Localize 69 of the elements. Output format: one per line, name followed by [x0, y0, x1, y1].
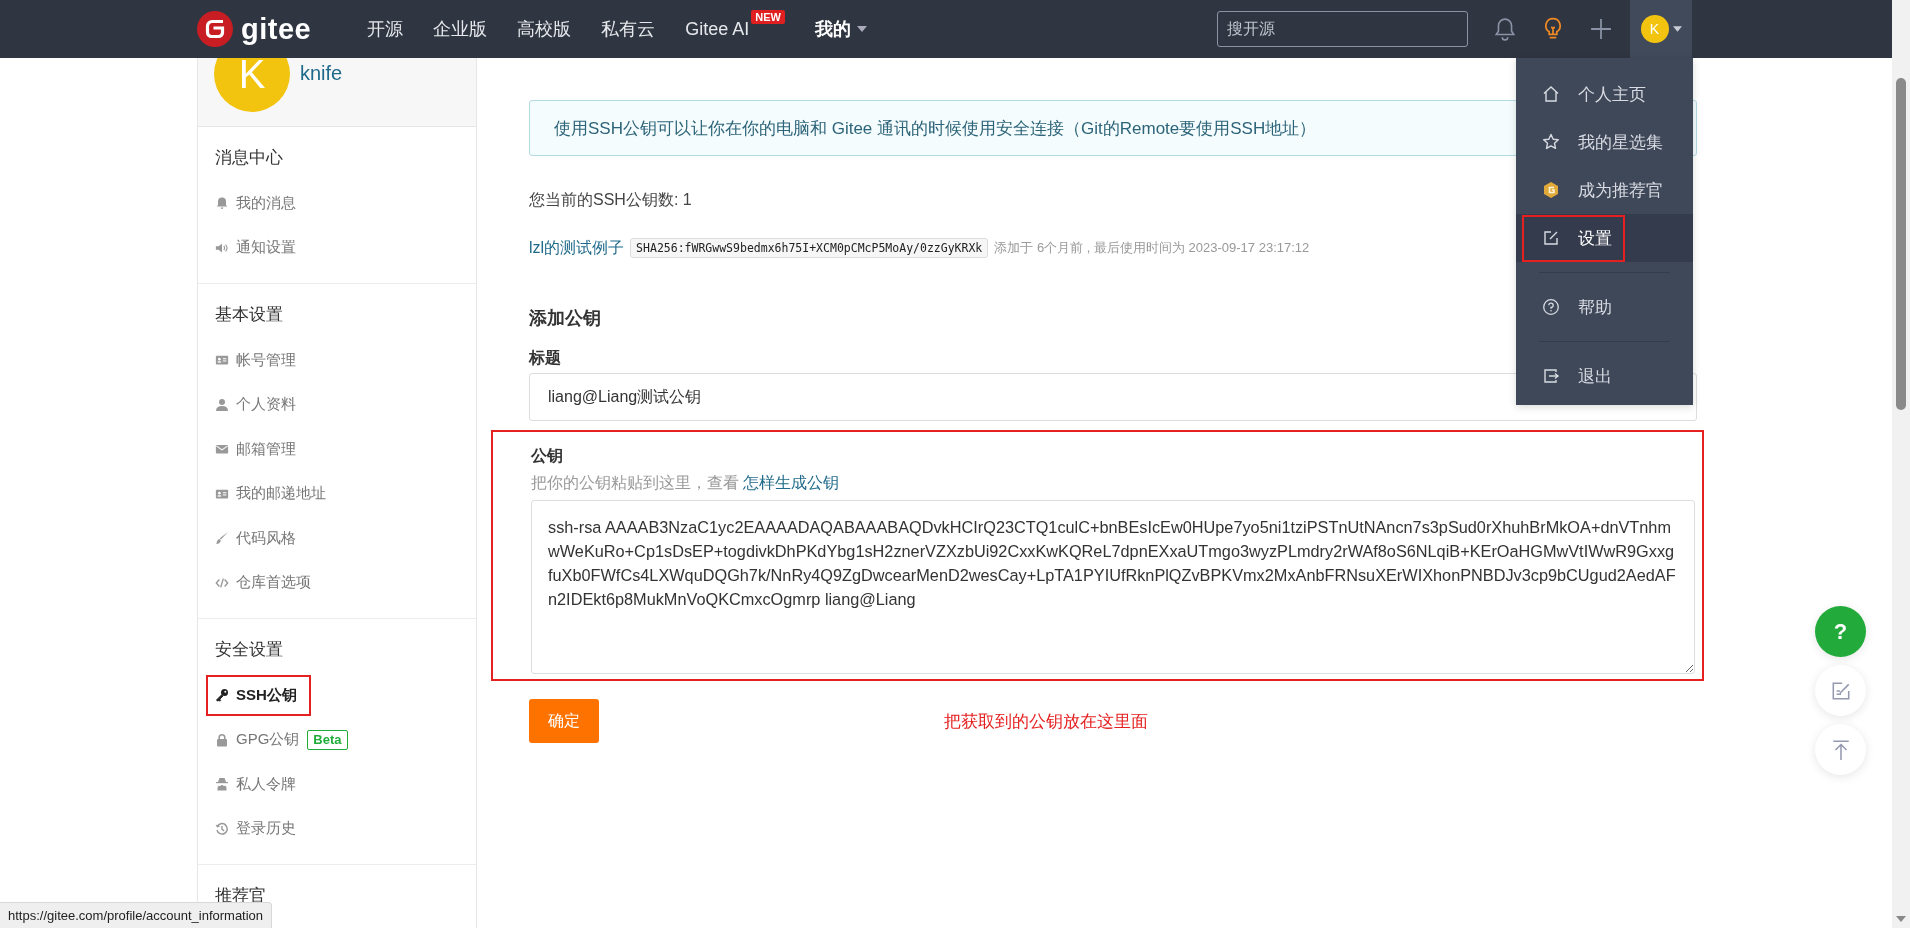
sidebar-item[interactable]: 个人资料 [215, 395, 296, 415]
scroll-down-icon[interactable] [1896, 916, 1906, 922]
sidebar-item[interactable]: 代码风格 [215, 528, 296, 548]
spy-icon [215, 777, 229, 792]
menu-item[interactable]: 成为推荐官 [1516, 166, 1693, 214]
lock-icon [215, 732, 229, 747]
hint-text: 把你的公钥粘贴到这里，查看 怎样生成公钥 [531, 473, 841, 493]
key-icon [215, 688, 229, 703]
key-name-link[interactable]: lzl的测试例子 [529, 237, 625, 259]
caret-icon [856, 26, 867, 32]
brush-icon [215, 531, 229, 546]
lightbulb-icon[interactable] [1542, 17, 1564, 41]
field-label: 公钥 [531, 446, 564, 466]
sidebar-item[interactable]: 仓库首选项 [215, 573, 311, 593]
scrollbar-thumb[interactable] [1896, 78, 1906, 410]
annotation-text: 把获取到的公钥放在这里面 [944, 710, 1148, 733]
menu-item[interactable]: 设置 [1516, 214, 1693, 262]
hexagon-badge-icon [1542, 181, 1560, 199]
menu-item[interactable]: 个人主页 [1516, 70, 1693, 118]
nav-link[interactable]: 开源 [367, 17, 404, 41]
history-icon [215, 821, 229, 836]
status-bar-url: https://gitee.com/profile/account_information [0, 902, 273, 928]
bell-icon[interactable] [1494, 17, 1516, 41]
bell-icon [215, 196, 229, 211]
username-link[interactable]: knife [300, 62, 343, 85]
scrollbar[interactable] [1892, 0, 1910, 928]
user-avatar: K [1640, 15, 1669, 43]
public-key-field[interactable]: ssh-rsa AAAAB3NzaC1yc2EAAAADAQABAAABAQDvkHCIrQ23CTQ1culC+bnBEsIcEw0HUpe7yo5ni1tziPSTnUtNAncn7s3pSud0rXhuhBrMkOA+dnVTnhmwWeKuRo+Cp1sDsEP+togdivkDhPKdYbg1sH2znerVZXzbUi92CxxKwKQReL7dpnEXxaUTmgo3wyzPLmdry2rWAf8oS6NLqiB+KErOaHGMwVtIWwR9GxxgfuXb0FWfCs4LXWquDQGh7k/NnRy4Q9ZgDwcearMenD2wesCay+LpTA1PYIUfRknPlQZvBPKVmx2MxAnbFRNsuXErWIXhonPNBDJv3cp9bCUgud2AedAFn2IDEkt6p8MukMnVoQKCmxcOgmrp liang@Liang [531, 500, 1695, 674]
form-heading: 添加公钥 [529, 307, 601, 330]
nav-link[interactable]: 我的 [814, 17, 867, 41]
edit-icon [1542, 229, 1560, 247]
home-icon [1542, 85, 1560, 103]
user-avatar: K [214, 58, 290, 112]
section-title: 安全设置 [215, 639, 284, 661]
site-logo-text[interactable]: gitee [241, 12, 312, 46]
field-label: 标题 [529, 348, 561, 368]
sidebar-item[interactable]: 登录历史 [215, 819, 296, 839]
gitee-logo-icon [197, 11, 233, 47]
key-count-text: 您当前的SSH公钥数: 1 [529, 190, 692, 210]
sidebar-item[interactable]: 私人令牌 [215, 774, 296, 794]
search-field[interactable]: 搜开源 [1217, 11, 1468, 47]
star-icon [1542, 133, 1560, 151]
new-badge: NEW [751, 10, 785, 24]
sidebar-item[interactable]: 我的消息 [215, 193, 296, 213]
nav-link[interactable]: 私有云 [601, 17, 656, 41]
sidebar-item[interactable]: 通知设置 [215, 238, 296, 258]
menu-item[interactable]: 我的星选集 [1516, 118, 1693, 166]
sidebar-item[interactable]: 我的邮递地址 [215, 484, 326, 504]
plus-icon[interactable] [1590, 17, 1612, 41]
back-to-top-button[interactable] [1815, 724, 1866, 775]
fingerprint-code: SHA256:fWRGwwS9bedmx6h75I+XCM0pCMcP5MoAy/0zzGyKRXk [630, 238, 989, 258]
caret-icon [1672, 26, 1682, 32]
section-title: 基本设置 [215, 304, 284, 326]
nav-link[interactable]: 高校版 [517, 17, 572, 41]
user-icon [215, 397, 229, 412]
sidebar-item[interactable]: SSH公钥 [206, 674, 311, 716]
help-icon [1542, 298, 1560, 316]
feedback-button[interactable] [1815, 665, 1866, 716]
nav-link[interactable]: Gitee AI [685, 18, 750, 40]
nav-link[interactable]: 企业版 [433, 17, 488, 41]
key-meta-text: 添加于 6个月前 , 最后使用时间为 2023-09-17 23:17:12 [994, 239, 1310, 257]
sidebar-item[interactable]: 邮箱管理 [215, 439, 296, 459]
section-title: 消息中心 [215, 147, 284, 169]
sidebar-item[interactable]: GPG公钥 [215, 730, 300, 750]
sidebar-item[interactable]: 帐号管理 [215, 350, 296, 370]
beta-badge: Beta [307, 729, 348, 750]
menu-item[interactable]: 帮助 [1516, 262, 1693, 331]
logout-icon [1542, 367, 1560, 385]
how-to-link[interactable]: 怎样生成公钥 [743, 474, 840, 491]
